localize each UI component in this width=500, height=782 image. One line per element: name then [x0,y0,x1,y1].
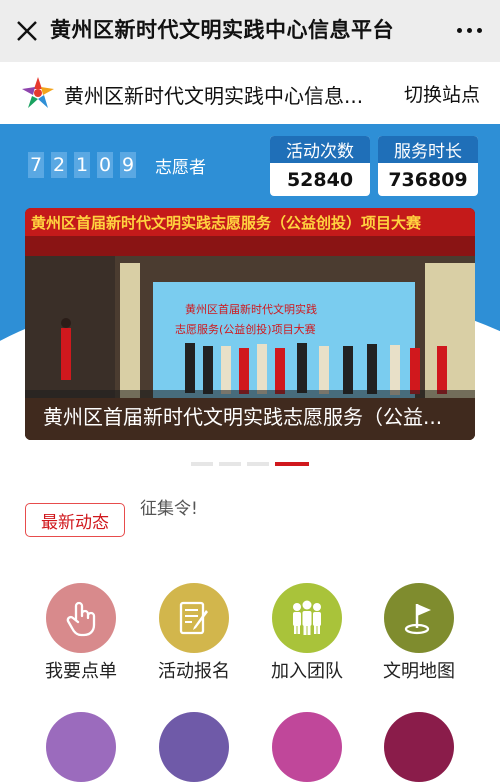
banner-caption-text: 黄州区首届新时代文明实践志愿服务（公益... [43,405,443,429]
activity-count-card: 活动次数 52840 [270,136,370,196]
carousel-indicator [191,462,309,466]
page-title: 黄州区新时代文明实践中心信息平台 [50,18,394,42]
activity-count-value: 52840 [286,168,354,191]
sign-up-form-icon [159,583,229,653]
team-icon [272,583,342,653]
menu-label: 我要点单 [45,661,117,682]
service-hours-card: 服务时长 736809 [378,136,478,196]
counter-digit: 1 [74,152,90,178]
menu-civilization-map[interactable]: 文明地图 [364,583,474,683]
close-icon[interactable] [14,18,40,44]
site-logo-icon [22,77,54,108]
screen-text-1: 黄州区首届新时代文明实践 [185,302,317,316]
latest-news-item[interactable]: 征集令! [140,494,198,519]
top-bar: 黄州区新时代文明实践中心信息平台 [0,0,500,62]
menu-order-service[interactable]: 我要点单 [26,583,136,683]
site-header: 黄州区新时代文明实践中心信息... 切换站点 [0,62,500,124]
menu-activity-signup[interactable]: 活动报名 [139,583,249,683]
counter-digit: 9 [120,152,136,178]
menu-row2-location-icon[interactable] [384,712,454,782]
screen-text-2: 志愿服务(公益创投)项目大赛 [175,322,316,336]
carousel-dot[interactable] [191,462,213,466]
volunteer-counter: 7 2 1 0 9 志愿者 [28,152,206,178]
carousel-dot[interactable] [247,462,269,466]
switch-site-button[interactable]: 切换站点 [404,80,480,107]
counter-digit: 2 [51,152,67,178]
carousel-dot[interactable] [219,462,241,466]
menu-join-team[interactable]: 加入团队 [252,583,362,683]
banner-carousel[interactable]: 黄州区首届新时代文明实践志愿服务（公益创投）项目大赛 黄州区首届新时代文明实践 … [25,208,475,440]
menu-label: 文明地图 [383,661,455,682]
carousel-dot-active[interactable] [275,462,309,466]
site-name: 黄州区新时代文明实践中心信息... [64,84,364,108]
hand-pointer-icon [46,583,116,653]
banner-sign-text: 黄州区首届新时代文明实践志愿服务（公益创投）项目大赛 [31,214,422,232]
service-hours-title: 服务时长 [378,136,478,163]
volunteer-label: 志愿者 [155,157,206,178]
banner-caption: 黄州区首届新时代文明实践志愿服务（公益... [25,390,475,440]
menu-label: 活动报名 [158,661,230,682]
counter-digit: 7 [28,152,44,178]
more-icon[interactable] [457,28,482,33]
menu-label: 加入团队 [271,661,343,682]
menu-row2-photo-icon[interactable] [159,712,229,782]
menu-row2-heart-icon[interactable] [272,712,342,782]
latest-news-tag: 最新动态 [25,503,125,537]
counter-digit: 0 [97,152,113,178]
menu-row2-camera-icon[interactable] [46,712,116,782]
service-hours-value: 736809 [388,168,468,191]
map-flag-icon [384,583,454,653]
activity-count-title: 活动次数 [270,136,370,163]
